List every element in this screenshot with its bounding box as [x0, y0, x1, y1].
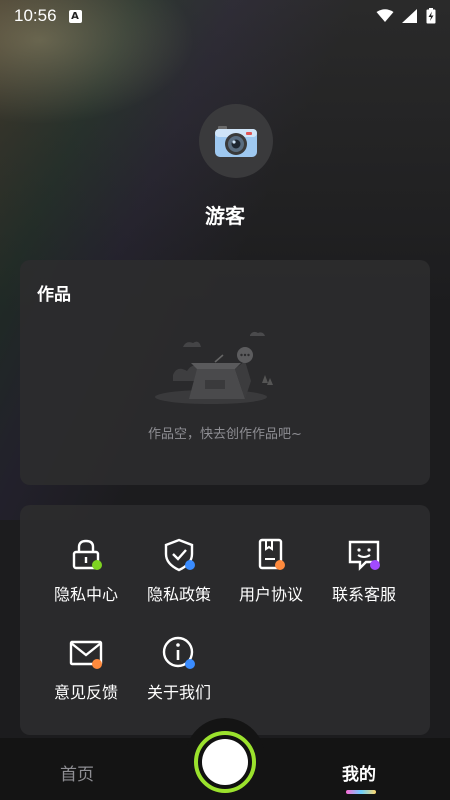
battery-icon [426, 8, 436, 24]
create-button-inner [202, 739, 248, 785]
menu-label: 关于我们 [146, 683, 211, 702]
tab-active-indicator [346, 790, 376, 794]
info-icon [162, 636, 195, 669]
tab-home[interactable]: 首页 [60, 760, 94, 785]
menu-item-privacy-center[interactable]: 隐私中心 [41, 537, 131, 605]
empty-box-illustration [155, 331, 273, 404]
avatar[interactable] [199, 104, 273, 178]
menu-label: 用户协议 [238, 585, 303, 604]
chat-smile-icon [348, 540, 380, 571]
notification-badge: A [68, 9, 82, 23]
username: 游客 [205, 204, 245, 228]
menu-label: 联系客服 [331, 585, 396, 604]
tab-mine[interactable]: 我的 [342, 760, 376, 785]
wifi-icon [376, 9, 394, 22]
menu-item-customer-service[interactable]: 联系客服 [319, 537, 409, 605]
shield-check-icon [164, 538, 195, 572]
status-bar: 10:56 A [0, 0, 450, 32]
signal-icon [402, 9, 417, 23]
camera-icon [215, 126, 257, 157]
book-icon [258, 538, 285, 570]
create-button[interactable] [194, 731, 256, 793]
empty-works-text: 作品空，快去创作作品吧~ [148, 427, 302, 442]
mail-icon [69, 640, 103, 669]
menu-item-about-us[interactable]: 关于我们 [134, 635, 224, 703]
lock-icon [72, 539, 102, 570]
status-time: 10:56 [14, 6, 57, 25]
menu-label: 意见反馈 [53, 683, 118, 702]
works-title: 作品 [37, 285, 71, 305]
menu-label: 隐私中心 [53, 585, 118, 604]
menu-item-user-agreement[interactable]: 用户协议 [226, 537, 316, 605]
menu-item-privacy-policy[interactable]: 隐私政策 [134, 537, 224, 605]
menu-label: 隐私政策 [146, 585, 211, 604]
menu-item-feedback[interactable]: 意见反馈 [41, 635, 131, 703]
